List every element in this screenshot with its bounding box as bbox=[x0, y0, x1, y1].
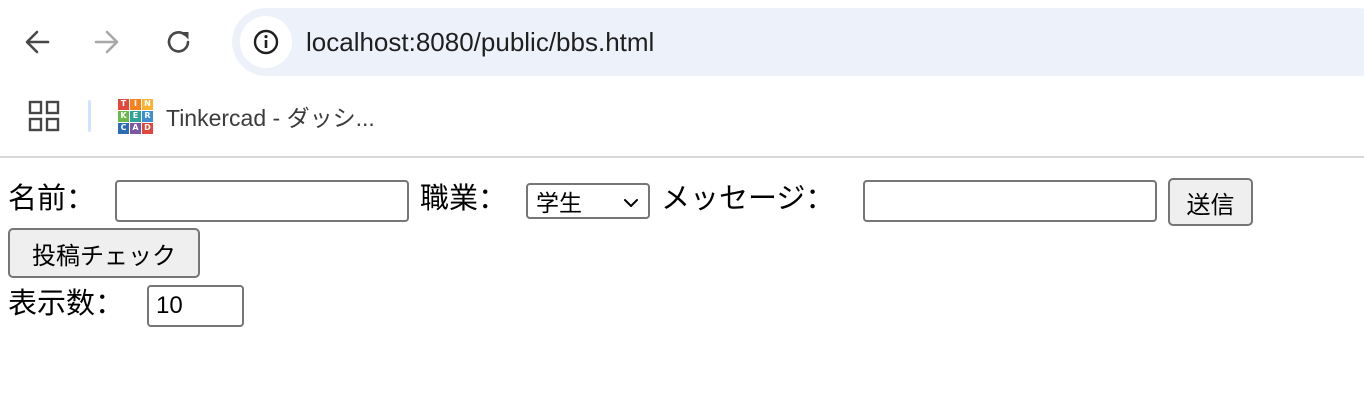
tinkercad-logo-tile: A bbox=[130, 122, 141, 134]
display-count-input[interactable] bbox=[147, 285, 244, 327]
forward-button[interactable] bbox=[87, 22, 127, 62]
tinkercad-logo-tile: I bbox=[130, 98, 141, 110]
bookmark-label: Tinkercad - ダッシ... bbox=[166, 105, 375, 131]
name-label: 名前： bbox=[8, 181, 96, 215]
address-bar[interactable]: localhost:8080/public/bbs.html bbox=[232, 8, 1364, 76]
arrow-left-icon bbox=[25, 30, 50, 54]
apps-grid-icon[interactable] bbox=[28, 100, 60, 132]
job-select-value: 学生 bbox=[536, 191, 582, 217]
tinkercad-logo-icon: TIN KER CAD bbox=[118, 98, 153, 134]
job-select[interactable]: 学生 bbox=[526, 183, 650, 219]
tinkercad-logo-tile: N bbox=[142, 98, 153, 110]
tinkercad-logo-tile: T bbox=[118, 98, 129, 110]
tinkercad-logo-tile: K bbox=[118, 110, 129, 122]
post-check-button[interactable]: 投稿チェック bbox=[8, 228, 200, 278]
site-info-button[interactable] bbox=[240, 16, 292, 68]
reload-icon bbox=[167, 31, 190, 53]
send-button[interactable]: 送信 bbox=[1168, 178, 1253, 226]
bookmark-tinkercad[interactable]: TIN KER CAD Tinkercad - ダッシ... bbox=[110, 96, 383, 136]
count-label: 表示数： bbox=[8, 286, 125, 320]
reload-button[interactable] bbox=[159, 22, 199, 62]
arrow-right-icon bbox=[94, 30, 119, 54]
chevron-down-icon bbox=[624, 199, 638, 207]
back-button[interactable] bbox=[17, 22, 57, 62]
message-label: メッセージ： bbox=[661, 181, 835, 215]
url-text[interactable]: localhost:8080/public/bbs.html bbox=[306, 8, 654, 76]
tinkercad-logo-tile: D bbox=[142, 122, 153, 134]
bookmarks-separator bbox=[88, 100, 91, 132]
job-label: 職業： bbox=[420, 181, 508, 215]
tinkercad-logo-tile: C bbox=[118, 122, 129, 134]
page-content: 名前： 職業： 学生 メッセージ： 送信 投稿チェック 表示数： bbox=[0, 158, 1364, 406]
tinkercad-logo-tile: R bbox=[142, 110, 153, 122]
tinkercad-logo-tile: E bbox=[130, 110, 141, 122]
message-input[interactable] bbox=[863, 180, 1157, 222]
info-icon bbox=[253, 29, 279, 55]
browser-toolbar: localhost:8080/public/bbs.html bbox=[0, 0, 1364, 84]
name-input[interactable] bbox=[115, 180, 409, 222]
